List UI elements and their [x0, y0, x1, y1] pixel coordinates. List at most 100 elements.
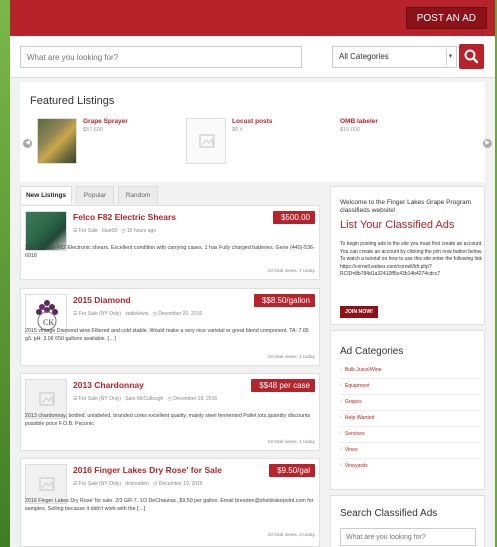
listing-title[interactable]: Felco F82 Electric Shears: [73, 212, 176, 222]
divider: [340, 442, 480, 443]
listing-title[interactable]: 2015 Diamond: [73, 295, 131, 305]
price-tag: $9.50/gal: [269, 464, 315, 477]
chevron-right-icon: ›: [340, 431, 342, 437]
listing-views: 19 total views, 1 today: [267, 440, 315, 445]
tab-random[interactable]: Random: [118, 186, 158, 204]
prev-arrow-icon[interactable]: ◀: [23, 139, 32, 148]
listing-views: 19 total views, 1 today: [267, 355, 315, 360]
listing-time: December 19, 2016: [158, 481, 203, 487]
listing-description: 2015 vintage Diamond wine.Filtered and c…: [25, 328, 309, 342]
listing-meta: ☰ For Sale (NY Only) sadielewis ◷ Decemb…: [73, 311, 202, 317]
divider: [340, 394, 480, 395]
tab-new-listings[interactable]: New Listings: [20, 186, 72, 204]
listing-meta: ☰ For Sale blue69 ◷ 15 hours ago: [73, 228, 156, 234]
featured-item-title[interactable]: Locust posts: [232, 118, 272, 125]
listing-category[interactable]: For Sale (NY Only): [79, 481, 121, 487]
svg-text:CK: CK: [43, 318, 54, 327]
welcome-title: List Your Classified Ads: [340, 219, 455, 231]
listing-description: 2016 Finger Lakes Dry Rose' for sale. 2/…: [25, 498, 314, 512]
listing-user[interactable]: Sam McCullough: [125, 396, 163, 402]
welcome-box: Welcome to the Finger Lakes Grape Progra…: [330, 186, 485, 325]
listing-card[interactable]: Felco F82 Electric Shears $500.00 ☰ For …: [20, 205, 320, 280]
category-icon: ☰: [73, 396, 78, 402]
placeholder-image-icon: [186, 118, 226, 164]
listing-title[interactable]: 2013 Chardonnay: [73, 380, 144, 390]
category-link[interactable]: › Equipment: [340, 383, 370, 389]
price-tag: $$8.50/gallon: [253, 294, 315, 307]
clock-icon: ◷: [153, 481, 158, 487]
listing-meta: ☰ For Sale (NY Only) Sam McCullough ◷ De…: [73, 396, 217, 402]
listing-category[interactable]: For Sale (NY Only): [79, 396, 121, 402]
chevron-updown-icon: ▾: [446, 49, 454, 65]
sidebar-search-input[interactable]: [340, 528, 476, 546]
price-tag: $$48 per case: [251, 379, 315, 392]
category-link[interactable]: › Vines: [340, 447, 358, 453]
divider: [340, 458, 480, 459]
listing-description: 2 pairs Felco F82 Electronic shears. Exc…: [25, 245, 315, 259]
page: POST AN AD All Categories ▾ Featured Lis…: [10, 0, 495, 547]
chevron-right-icon: ›: [340, 463, 342, 469]
search-classified-box: Search Classified Ads: [330, 495, 485, 547]
tab-popular[interactable]: Popular: [76, 186, 114, 204]
featured-title: Featured Listings: [30, 95, 115, 107]
category-link[interactable]: › Vineyards: [340, 463, 368, 469]
categories-title: Ad Categories: [340, 346, 404, 357]
category-icon: ☰: [73, 311, 78, 317]
listing-meta: ☰ For Sale (NY Only) dcbreeden ◷ Decembe…: [73, 481, 203, 487]
listing-views: 10 total views, 7 today: [267, 269, 315, 274]
listing-time: December 19, 2016: [173, 396, 218, 402]
search-classified-title: Search Classified Ads: [340, 508, 438, 519]
divider: [340, 410, 480, 411]
listing-views: 33 total views, 0 today: [267, 533, 315, 538]
search-input[interactable]: [20, 46, 302, 68]
listing-card[interactable]: 2013 Chardonnay $$48 per case ☰ For Sale…: [20, 373, 320, 451]
featured-item-title[interactable]: Grape Sprayer: [83, 118, 128, 125]
clock-icon: ◷: [167, 396, 172, 402]
listing-user[interactable]: sadielewis: [125, 311, 148, 317]
featured-item-title[interactable]: OMB labeler: [340, 118, 378, 125]
listing-time: December 20, 2016: [158, 311, 203, 317]
divider: [340, 426, 480, 427]
search-bar: All Categories ▾: [10, 36, 495, 78]
listing-user[interactable]: dcbreeden: [125, 481, 149, 487]
join-now-button[interactable]: JOIN NOW!: [340, 306, 378, 318]
featured-item-price: $10,000: [340, 127, 360, 133]
listing-time: 15 hours ago: [126, 228, 157, 234]
welcome-text: To begin posting ads to the site you mus…: [340, 241, 483, 278]
listing-user[interactable]: blue69: [102, 228, 117, 234]
price-tag: $500.00: [273, 211, 315, 224]
category-link[interactable]: › Services: [340, 431, 365, 437]
category-link[interactable]: › Grapes: [340, 399, 362, 405]
category-icon: ☰: [73, 481, 78, 487]
top-bar: POST AN AD: [10, 0, 495, 36]
left-frame: [0, 0, 10, 547]
chevron-right-icon: ›: [340, 415, 342, 421]
chevron-right-icon: ›: [340, 447, 342, 453]
divider: [340, 378, 480, 379]
listing-category[interactable]: For Sale (NY Only): [79, 311, 121, 317]
category-select-value: All Categories: [339, 52, 389, 61]
listing-card[interactable]: 2016 Finger Lakes Dry Rose' for Sale $9.…: [20, 458, 320, 547]
category-link[interactable]: › Bulk Juice/Wine: [340, 367, 382, 373]
category-link[interactable]: › Help Wanted: [340, 415, 375, 421]
category-select[interactable]: All Categories ▾: [332, 46, 457, 68]
search-button[interactable]: [459, 44, 484, 69]
listing-category[interactable]: For Sale: [79, 228, 98, 234]
chevron-right-icon: ›: [340, 383, 342, 389]
chevron-right-icon: ›: [340, 399, 342, 405]
search-icon: [464, 49, 479, 64]
welcome-heading: Welcome to the Finger Lakes Grape Progra…: [340, 199, 472, 214]
featured-item-price: $57,600: [83, 127, 103, 133]
post-ad-button[interactable]: POST AN AD: [405, 7, 487, 29]
next-arrow-icon[interactable]: ▶: [483, 139, 492, 148]
listing-description: 2013 chardonnay, bottled, unlabeled, bra…: [25, 413, 311, 427]
listing-card[interactable]: CK 2015 Diamond $$8.50/gallon ☰ For Sale…: [20, 288, 320, 366]
grape-sprayer-photo: [37, 118, 77, 164]
featured-listings: Featured Listings ◀ ▶ Grape Sprayer $57,…: [20, 82, 492, 182]
chevron-right-icon: ›: [340, 367, 342, 373]
ad-categories-box: Ad Categories › Bulk Juice/Wine › Equipmen…: [330, 330, 485, 490]
category-icon: ☰: [73, 228, 78, 234]
clock-icon: ◷: [152, 311, 157, 317]
listing-title[interactable]: 2016 Finger Lakes Dry Rose' for Sale: [73, 465, 222, 475]
clock-icon: ◷: [121, 228, 126, 234]
